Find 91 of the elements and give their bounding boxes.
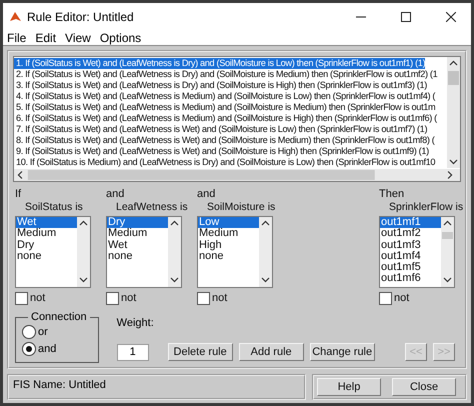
not-label: not bbox=[30, 292, 46, 305]
connector-label: If bbox=[15, 188, 22, 201]
list-item[interactable]: none bbox=[107, 250, 168, 262]
membership-list[interactable]: Wet Medium Dry none bbox=[15, 216, 91, 288]
list-item[interactable]: Low bbox=[198, 217, 259, 228]
rule-item[interactable]: 9. If (SoilStatus is Wet) and (LeafWetness is Wet) and (SoilMoisture is High) then (SprinklerFlow is out1mf9) (1) bbox=[14, 146, 429, 157]
not-label: not bbox=[394, 292, 410, 305]
rule-item[interactable]: 5. If (SoilStatus is Wet) and (LeafWetness is Medium) and (SoilMoisture is Medium) then (SprinklerFlow is out1m bbox=[14, 102, 436, 113]
variable-label: LeafWetness is bbox=[116, 201, 188, 214]
rule-item[interactable]: 6. If (SoilStatus is Wet) and (LeafWetness is Medium) and (SoilMoisture is High) then (SprinklerFlow is out1mf6) ( bbox=[14, 113, 437, 124]
rule-item[interactable]: 7. If (SoilStatus is Wet) and (LeafWetness is Wet) and (SoilMoisture is Low) then (SprinklerFlow is out1mf7) (1) bbox=[14, 124, 428, 135]
radio-button[interactable] bbox=[22, 342, 36, 356]
rule-item[interactable]: 3. If (SoilStatus is Wet) and (LeafWetness is Dry) and (SoilMoisture is High) then (SprinklerFlow is out1mf3) (1) bbox=[14, 80, 427, 91]
scroll-thumb[interactable] bbox=[448, 71, 459, 85]
weight-label: Weight: bbox=[116, 317, 155, 329]
scroll-down-icon[interactable] bbox=[170, 278, 178, 282]
connector-label: and bbox=[106, 188, 126, 201]
scroll-thumb[interactable] bbox=[28, 170, 375, 180]
rule-button[interactable]: Change rule bbox=[310, 343, 375, 361]
list-item[interactable]: Medium bbox=[107, 228, 168, 240]
list-item[interactable]: Wet bbox=[16, 217, 77, 228]
scroll-up-icon[interactable] bbox=[444, 220, 452, 226]
list-item[interactable]: out1mf4 bbox=[380, 250, 441, 262]
connector-label: Then bbox=[379, 188, 406, 201]
connection-title: Connection bbox=[30, 311, 88, 323]
list-item[interactable]: Wet bbox=[107, 240, 168, 251]
radio-label: and bbox=[38, 342, 56, 354]
menu-item[interactable]: File bbox=[7, 30, 26, 44]
membership-list[interactable]: Dry Medium Wet none bbox=[106, 216, 182, 288]
scroll-down-icon[interactable] bbox=[444, 278, 452, 282]
rule-list[interactable] bbox=[13, 56, 461, 182]
menu-item[interactable]: Edit bbox=[35, 30, 56, 44]
list-item[interactable]: none bbox=[198, 250, 259, 262]
list-scrollbar[interactable] bbox=[77, 217, 90, 287]
list-scrollbar[interactable] bbox=[168, 217, 181, 287]
weight-field[interactable]: 1 bbox=[116, 344, 149, 360]
variable-label: SoilMoisture is bbox=[207, 201, 276, 214]
not-checkbox[interactable] bbox=[106, 292, 119, 305]
list-item[interactable]: Dry bbox=[16, 240, 77, 251]
scroll-down-icon[interactable] bbox=[262, 278, 270, 282]
rule-button[interactable]: Delete rule bbox=[168, 343, 233, 361]
list-item[interactable]: Dry bbox=[107, 217, 168, 228]
scroll-up-icon[interactable] bbox=[262, 220, 270, 226]
rule-item[interactable]: 4. If (SoilStatus is Wet) and (LeafWetness is Medium) and (SoilMoisture is Low) then (SprinklerFlow is out1mf4) ( bbox=[14, 91, 436, 102]
scroll-up-icon[interactable] bbox=[170, 220, 178, 226]
maximize-icon[interactable] bbox=[401, 12, 411, 22]
list-item[interactable]: out1mf1 bbox=[380, 217, 441, 228]
rule-item[interactable]: 8. If (SoilStatus is Wet) and (LeafWetness is Wet) and (SoilMoisture is Medium) then (SprinklerFlow is out1mf8) ( bbox=[14, 135, 434, 146]
not-checkbox[interactable] bbox=[379, 292, 392, 305]
list-item[interactable]: out1mf6 bbox=[380, 273, 441, 285]
variable-label: SprinklerFlow is bbox=[389, 201, 464, 214]
scroll-right-icon[interactable] bbox=[448, 171, 452, 179]
rule-item[interactable]: 10. If (SoilStatus is Medium) and (LeafWetness is Dry) and (SoilMoisture is Low) then (SprinklerFlow is out1mf10 bbox=[14, 157, 436, 168]
list-item[interactable]: out1mf5 bbox=[380, 262, 441, 274]
horizontal-scrollbar[interactable] bbox=[14, 169, 460, 181]
list-item[interactable]: out1mf2 bbox=[380, 228, 441, 240]
scroll-left-icon[interactable] bbox=[18, 171, 22, 179]
not-label: not bbox=[212, 292, 228, 305]
list-scrollbar[interactable] bbox=[441, 217, 454, 287]
close-icon[interactable] bbox=[446, 12, 456, 22]
footer-button[interactable]: Help bbox=[317, 378, 381, 396]
list-item[interactable]: Medium bbox=[198, 228, 259, 240]
scroll-up-icon[interactable] bbox=[450, 60, 458, 66]
membership-list[interactable]: out1mf1 out1mf2 out1mf3 out1mf4 out1mf5 out1mf6 bbox=[379, 216, 455, 288]
rule-item[interactable]: 2. If (SoilStatus is Wet) and (LeafWetness is Dry) and (SoilMoisture is Medium) then (SprinklerFlow is out1mf2) (1 bbox=[14, 69, 438, 80]
scroll-down-icon[interactable] bbox=[450, 160, 458, 164]
menu-item[interactable]: Options bbox=[100, 30, 142, 44]
not-checkbox[interactable] bbox=[15, 292, 28, 305]
radio-button[interactable] bbox=[22, 324, 36, 338]
footer-button[interactable]: Close bbox=[392, 378, 456, 396]
list-item[interactable]: Medium bbox=[16, 228, 77, 240]
rule-item[interactable]: 1. If (SoilStatus is Wet) and (LeafWetness is Dry) and (SoilMoisture is Low) then (SprinklerFlow is out1mf1) (1) bbox=[14, 58, 426, 69]
connector-label: and bbox=[197, 188, 216, 201]
not-checkbox[interactable] bbox=[197, 292, 210, 305]
list-item[interactable]: High bbox=[198, 240, 259, 251]
window-title: Rule Editor: Untitled bbox=[27, 10, 135, 24]
rule-button[interactable]: Add rule bbox=[238, 343, 304, 361]
list-item[interactable]: out1mf3 bbox=[380, 240, 441, 251]
vertical-scrollbar[interactable] bbox=[447, 57, 460, 168]
scroll-up-icon[interactable] bbox=[80, 220, 88, 226]
variable-label: SoilStatus is bbox=[25, 201, 83, 214]
list-scrollbar[interactable] bbox=[259, 217, 272, 287]
scroll-down-icon[interactable] bbox=[80, 278, 88, 282]
menu-item[interactable]: View bbox=[65, 30, 91, 44]
radio-label: or bbox=[38, 326, 48, 338]
app-logo-icon bbox=[9, 10, 22, 23]
list-item[interactable]: none bbox=[16, 250, 77, 262]
scroll-thumb[interactable] bbox=[442, 232, 453, 239]
status-text: FIS Name: Untitled bbox=[7, 374, 306, 400]
not-label: not bbox=[121, 292, 136, 305]
membership-list[interactable]: Low Medium High none bbox=[197, 216, 273, 288]
